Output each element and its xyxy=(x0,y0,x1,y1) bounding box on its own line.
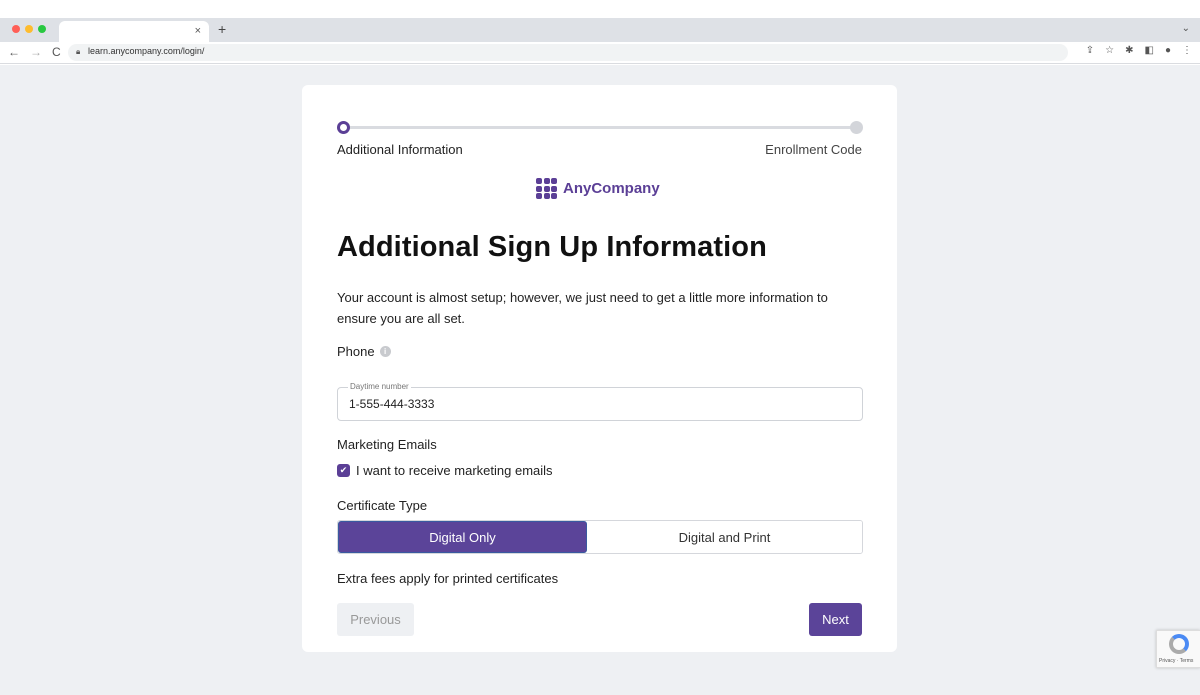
minimize-window-button[interactable] xyxy=(25,25,33,33)
marketing-checkbox[interactable]: ✔ xyxy=(337,464,350,477)
sidepanel-icon[interactable]: ◧ xyxy=(1145,45,1154,56)
signup-card: Additional Information Enrollment Code A… xyxy=(302,85,897,652)
browser-tab[interactable]: × xyxy=(59,21,209,42)
marketing-checkbox-label[interactable]: I want to receive marketing emails xyxy=(356,463,553,478)
new-tab-button[interactable]: + xyxy=(218,21,226,37)
stepper-track xyxy=(343,126,857,129)
brand-logo: AnyCompany xyxy=(536,178,660,199)
phone-input[interactable] xyxy=(349,397,829,411)
option-digital-only[interactable]: Digital Only xyxy=(338,521,587,553)
tab-search-icon[interactable]: ⌄ xyxy=(1182,23,1190,34)
step-label-additional-information: Additional Information xyxy=(337,142,463,157)
nav-buttons: ← → C xyxy=(8,45,61,59)
recaptcha-icon xyxy=(1169,634,1189,654)
marketing-emails-label: Marketing Emails xyxy=(337,437,437,452)
page-title: Additional Sign Up Information xyxy=(337,231,767,263)
brand-name: AnyCompany xyxy=(563,180,660,197)
close-tab-icon[interactable]: × xyxy=(195,25,201,37)
phone-label-text: Phone xyxy=(337,344,375,359)
intro-text: Your account is almost setup; however, w… xyxy=(337,290,828,326)
step-label-enrollment-code: Enrollment Code xyxy=(765,142,862,157)
previous-button[interactable]: Previous xyxy=(337,603,414,636)
browser-toolbar: ⇪ ☆ ✱ ◧ ● ⋮ xyxy=(1086,45,1192,56)
address-bar[interactable]: 🔒︎ learn.anycompany.com/login/ xyxy=(68,44,1068,61)
url-text[interactable]: learn.anycompany.com/login/ xyxy=(88,46,204,56)
star-icon[interactable]: ☆ xyxy=(1105,45,1114,56)
extensions-icon[interactable]: ✱ xyxy=(1125,45,1133,56)
profile-icon[interactable]: ● xyxy=(1165,45,1171,56)
info-icon[interactable]: i xyxy=(379,346,391,357)
back-icon[interactable]: ← xyxy=(8,45,20,59)
logo-grid-icon xyxy=(536,178,557,199)
forward-icon[interactable]: → xyxy=(30,45,42,59)
lock-icon: 🔒︎ xyxy=(76,47,81,56)
step-upcoming-marker xyxy=(850,121,863,134)
recaptcha-links[interactable]: Privacy · Terms xyxy=(1159,658,1193,664)
certificate-type-toggle: Digital Only Digital and Print xyxy=(337,520,863,554)
reload-icon[interactable]: C xyxy=(52,45,61,59)
recaptcha-badge[interactable]: Privacy · Terms xyxy=(1156,630,1200,668)
window-controls xyxy=(12,25,46,33)
step-current-marker xyxy=(337,121,350,134)
next-button[interactable]: Next xyxy=(809,603,862,636)
phone-field-legend: Daytime number xyxy=(348,382,411,391)
marketing-checkbox-row[interactable]: ✔ I want to receive marketing emails xyxy=(337,463,553,478)
browser-tab-bar: × + ⌄ xyxy=(0,18,1200,42)
option-digital-and-print[interactable]: Digital and Print xyxy=(587,521,862,553)
close-window-button[interactable] xyxy=(12,25,20,33)
page-background: Additional Information Enrollment Code A… xyxy=(0,65,1200,695)
share-icon[interactable]: ⇪ xyxy=(1086,45,1094,56)
address-bar-row: ← → C 🔒︎ learn.anycompany.com/login/ ⇪ ☆… xyxy=(0,42,1200,64)
top-gap xyxy=(0,0,1200,18)
maximize-window-button[interactable] xyxy=(38,25,46,33)
phone-field[interactable]: Daytime number xyxy=(337,382,863,421)
menu-icon[interactable]: ⋮ xyxy=(1182,45,1192,56)
phone-label: Phone i xyxy=(337,344,391,359)
certificate-fee-note: Extra fees apply for printed certificate… xyxy=(337,571,559,586)
stepper xyxy=(337,121,863,135)
certificate-type-label: Certificate Type xyxy=(337,498,428,513)
